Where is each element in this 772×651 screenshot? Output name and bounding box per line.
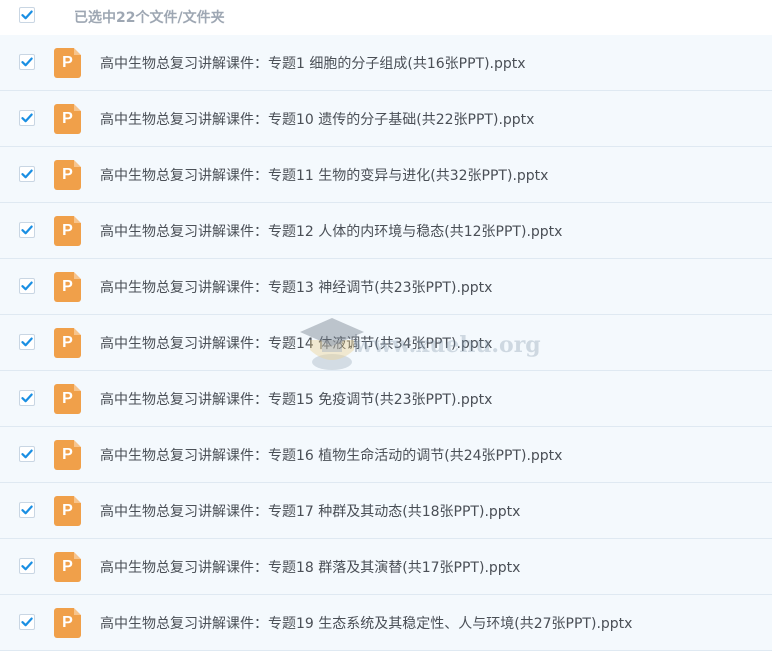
file-checkbox[interactable] [19, 558, 35, 574]
file-name[interactable]: 高中生物总复习讲解课件：专题16 植物生命活动的调节(共24张PPT).pptx [100, 445, 562, 465]
file-row[interactable]: P 高中生物总复习讲解课件：专题12 人体的内环境与稳态(共12张PPT).ppt… [0, 203, 772, 259]
file-row[interactable]: P 高中生物总复习讲解课件：专题13 神经调节(共23张PPT).pptx [0, 259, 772, 315]
selection-count-label: 已选中22个文件/文件夹 [74, 10, 225, 26]
checkmark-icon [21, 225, 33, 235]
file-checkbox[interactable] [19, 390, 35, 406]
file-row[interactable]: P 高中生物总复习讲解课件：专题15 免疫调节(共23张PPT).pptx [0, 371, 772, 427]
select-all-checkbox[interactable] [19, 7, 35, 23]
ppt-icon: P [54, 272, 81, 302]
file-checkbox[interactable] [19, 166, 35, 182]
file-checkbox[interactable] [19, 334, 35, 350]
ppt-icon: P [54, 440, 81, 470]
checkmark-icon [21, 617, 33, 627]
file-row[interactable]: P 高中生物总复习讲解课件：专题19 生态系统及其稳定性、人与环境(共27张PPT… [0, 595, 772, 651]
checkmark-icon [21, 281, 33, 291]
file-checkbox[interactable] [19, 54, 35, 70]
file-row[interactable]: P 高中生物总复习讲解课件：专题17 种群及其动态(共18张PPT).pptx [0, 483, 772, 539]
file-name[interactable]: 高中生物总复习讲解课件：专题19 生态系统及其稳定性、人与环境(共27张PPT)… [100, 613, 632, 633]
file-row[interactable]: P 高中生物总复习讲解课件：专题18 群落及其演替(共17张PPT).pptx [0, 539, 772, 595]
ppt-icon: P [54, 552, 81, 582]
ppt-icon: P [54, 328, 81, 358]
file-row[interactable]: P 高中生物总复习讲解课件：专题14 体液调节(共34张PPT).pptx [0, 315, 772, 371]
file-name[interactable]: 高中生物总复习讲解课件：专题13 神经调节(共23张PPT).pptx [100, 277, 492, 297]
checkmark-icon [21, 337, 33, 347]
file-list: P 高中生物总复习讲解课件：专题1 细胞的分子组成(共16张PPT).pptx P 高… [0, 35, 772, 651]
file-name[interactable]: 高中生物总复习讲解课件：专题15 免疫调节(共23张PPT).pptx [100, 389, 492, 409]
ppt-icon: P [54, 608, 81, 638]
checkmark-icon [21, 393, 33, 403]
file-name[interactable]: 高中生物总复习讲解课件：专题11 生物的变异与进化(共32张PPT).pptx [100, 165, 548, 185]
checkmark-icon [21, 449, 33, 459]
file-name[interactable]: 高中生物总复习讲解课件：专题10 遗传的分子基础(共22张PPT).pptx [100, 109, 534, 129]
file-checkbox[interactable] [19, 446, 35, 462]
file-selection-panel: 已选中22个文件/文件夹 P 高中生物总复习讲解课件：专题1 细胞的分子组成(共1… [0, 0, 772, 651]
checkmark-icon [21, 57, 33, 67]
file-row[interactable]: P 高中生物总复习讲解课件：专题11 生物的变异与进化(共32张PPT).pptx [0, 147, 772, 203]
file-name[interactable]: 高中生物总复习讲解课件：专题18 群落及其演替(共17张PPT).pptx [100, 557, 520, 577]
ppt-icon: P [54, 216, 81, 246]
file-row[interactable]: P 高中生物总复习讲解课件：专题10 遗传的分子基础(共22张PPT).pptx [0, 91, 772, 147]
file-row[interactable]: P 高中生物总复习讲解课件：专题1 细胞的分子组成(共16张PPT).pptx [0, 35, 772, 91]
file-name[interactable]: 高中生物总复习讲解课件：专题12 人体的内环境与稳态(共12张PPT).pptx [100, 221, 562, 241]
checkmark-icon [21, 169, 33, 179]
checkmark-icon [21, 505, 33, 515]
ppt-icon: P [54, 48, 81, 78]
selection-header: 已选中22个文件/文件夹 [0, 0, 772, 34]
file-checkbox[interactable] [19, 222, 35, 238]
file-checkbox[interactable] [19, 614, 35, 630]
ppt-icon: P [54, 104, 81, 134]
file-name[interactable]: 高中生物总复习讲解课件：专题17 种群及其动态(共18张PPT).pptx [100, 501, 520, 521]
file-name[interactable]: 高中生物总复习讲解课件：专题1 细胞的分子组成(共16张PPT).pptx [100, 53, 526, 73]
file-checkbox[interactable] [19, 110, 35, 126]
file-name[interactable]: 高中生物总复习讲解课件：专题14 体液调节(共34张PPT).pptx [100, 333, 492, 353]
ppt-icon: P [54, 384, 81, 414]
file-checkbox[interactable] [19, 502, 35, 518]
checkmark-icon [21, 113, 33, 123]
checkmark-icon [21, 10, 33, 20]
ppt-icon: P [54, 496, 81, 526]
ppt-icon: P [54, 160, 81, 190]
file-checkbox[interactable] [19, 278, 35, 294]
checkmark-icon [21, 561, 33, 571]
file-row[interactable]: P 高中生物总复习讲解课件：专题16 植物生命活动的调节(共24张PPT).ppt… [0, 427, 772, 483]
